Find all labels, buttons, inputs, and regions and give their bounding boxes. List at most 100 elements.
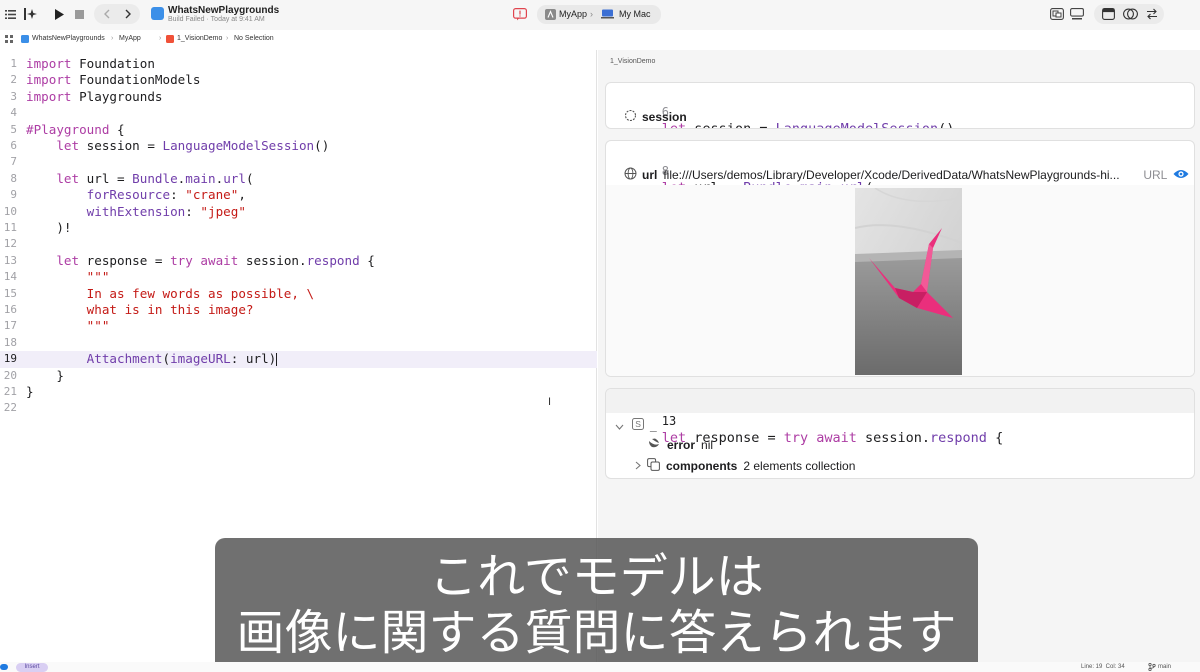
review-changes-icon[interactable]: [1121, 4, 1139, 24]
line-number: 9: [10, 188, 17, 202]
code-line[interactable]: 6 let session = LanguageModelSession(): [0, 138, 597, 154]
globe-icon: [624, 167, 637, 183]
library-icon[interactable]: [1048, 4, 1066, 24]
run-button[interactable]: [52, 4, 66, 24]
line-code: import Foundation: [26, 56, 155, 71]
related-items-icon[interactable]: [5, 35, 13, 45]
result-card-session[interactable]: 6 let session = LanguageModelSession() s…: [605, 82, 1195, 129]
code-line[interactable]: 9 forResource: "crane",: [0, 187, 597, 203]
code-line[interactable]: 4: [0, 105, 597, 121]
current-code-line[interactable]: 19 Attachment(imageURL: url): [0, 351, 597, 368]
subtitle-line-1: これでモデルは: [429, 549, 764, 605]
status-indicator: [0, 664, 8, 670]
subtitle-line-2: 画像に関する質問に答えられます: [236, 605, 957, 661]
line-code: let url = Bundle.main.url(: [56, 170, 254, 186]
line-number: 11: [3, 221, 17, 234]
swap-icon[interactable]: [1143, 4, 1161, 24]
jump-bar: WhatsNewPlaygrounds › MyApp › 1_VisionDe…: [0, 31, 1200, 48]
breadcrumb-project-icon: [21, 35, 29, 45]
code-line[interactable]: 18: [0, 335, 597, 351]
code-line[interactable]: 14 """: [0, 269, 597, 285]
code-line[interactable]: 8 let url = Bundle.main.url(: [0, 171, 597, 187]
scheme-separator-icon: ›: [590, 9, 593, 19]
quick-look-eye-icon[interactable]: [1173, 168, 1189, 182]
result-card-url[interactable]: 8 let url = Bundle.main.url( url file://…: [605, 140, 1195, 377]
inspector-layout-icon[interactable]: [1099, 4, 1117, 24]
canvas-toggle-icon[interactable]: [1068, 4, 1086, 24]
line-number: 7: [10, 155, 17, 169]
toolbar: WhatsNewPlaygrounds Build Failed · Today…: [0, 0, 1200, 30]
error-field-name: error: [667, 438, 696, 452]
result-card-response[interactable]: 13 let response = try await session.resp…: [605, 388, 1195, 479]
line-code: let response = try await session.respond…: [56, 252, 375, 268]
scheme-destination[interactable]: My Mac: [619, 9, 651, 19]
code-line[interactable]: 3 import Playgrounds: [0, 89, 597, 105]
line-code: import Playgrounds: [26, 88, 163, 104]
code-line[interactable]: 5 #Playground {: [0, 122, 597, 138]
stop-button[interactable]: [72, 4, 86, 24]
breadcrumb-separator-icon: ›: [111, 35, 114, 42]
scheme-selector[interactable]: MyApp › My Mac: [537, 5, 661, 24]
code-line[interactable]: 21}: [0, 384, 597, 400]
breadcrumb-file[interactable]: 1_VisionDemo: [177, 35, 222, 42]
cursor-position: Line: 19 Col: 34: [1081, 664, 1125, 670]
line-number: 8: [10, 171, 17, 185]
code-line[interactable]: 2 import FoundationModels: [0, 72, 597, 88]
navigator-toggle-icon[interactable]: [3, 4, 17, 24]
url-result-type: URL: [1143, 168, 1168, 182]
line-number: 10: [3, 204, 17, 218]
code-line[interactable]: 15 In as few words as possible, \: [0, 286, 597, 302]
line-number: 2: [10, 73, 17, 87]
issues-icon[interactable]: [511, 4, 529, 24]
line-code: forResource: "crane",: [86, 187, 246, 203]
line-code: In as few words as possible, \: [86, 285, 315, 301]
disclosure-open-icon[interactable]: [615, 419, 624, 433]
url-result-value: file:///Users/demos/Library/Developer/Xc…: [663, 168, 1120, 182]
branch-name: main: [1158, 664, 1172, 670]
code-line[interactable]: 7: [0, 154, 597, 170]
line-number: 22: [3, 401, 17, 415]
line-number: 19: [3, 352, 17, 366]
breadcrumb-project[interactable]: WhatsNewPlaygrounds: [32, 35, 105, 42]
components-field-name: components: [666, 459, 738, 473]
line-code: let session = LanguageModelSession(): [56, 138, 330, 153]
ibeam-cursor: I: [548, 396, 552, 408]
back-button[interactable]: [98, 4, 116, 24]
response-root-name: _: [650, 418, 657, 433]
line-code: withExtension: "jpeg": [86, 203, 246, 219]
coding-assistant-icon[interactable]: [23, 4, 39, 24]
line-number: 16: [3, 303, 17, 316]
error-field-value: nil: [701, 438, 714, 452]
line-number: 1: [10, 57, 17, 70]
code-line[interactable]: 11 )!: [0, 220, 597, 236]
line-code: Attachment(imageURL: url): [86, 351, 278, 367]
session-object-icon: [624, 109, 637, 125]
line-code: """: [86, 269, 110, 285]
breadcrumb-selection[interactable]: No Selection: [234, 35, 274, 42]
line-code: }: [26, 367, 64, 383]
line-number: 4: [10, 106, 17, 120]
line-number: 5: [10, 122, 17, 136]
status-bar: Insert Line: 19 Col: 34 main: [0, 662, 1200, 672]
scheme-target[interactable]: MyApp: [559, 9, 587, 19]
code-line[interactable]: 17 """: [0, 318, 597, 334]
code-line[interactable]: 12: [0, 236, 597, 252]
card-code: let session = LanguageModelSession(): [661, 121, 955, 129]
code-line[interactable]: 1 import Foundation: [0, 56, 597, 72]
breadcrumb-folder[interactable]: MyApp: [119, 35, 141, 42]
crane-image-preview[interactable]: [855, 188, 962, 375]
code-line[interactable]: 10 withExtension: "jpeg": [0, 204, 597, 220]
forward-button[interactable]: [119, 4, 137, 24]
code-line[interactable]: 22: [0, 400, 597, 416]
line-code: what is in this image?: [86, 302, 254, 317]
code-line[interactable]: 13 let response = try await session.resp…: [0, 253, 597, 269]
line-code: }: [26, 384, 34, 399]
disclosure-closed-icon[interactable]: [635, 459, 641, 473]
line-number: 6: [10, 139, 17, 152]
swift-icon: [648, 438, 661, 452]
scheme-app-icon: [545, 9, 556, 22]
line-number: 12: [3, 237, 17, 251]
line-number: 17: [3, 319, 17, 333]
code-line[interactable]: 16 what is in this image?: [0, 302, 597, 318]
code-line[interactable]: 20 }: [0, 368, 597, 384]
